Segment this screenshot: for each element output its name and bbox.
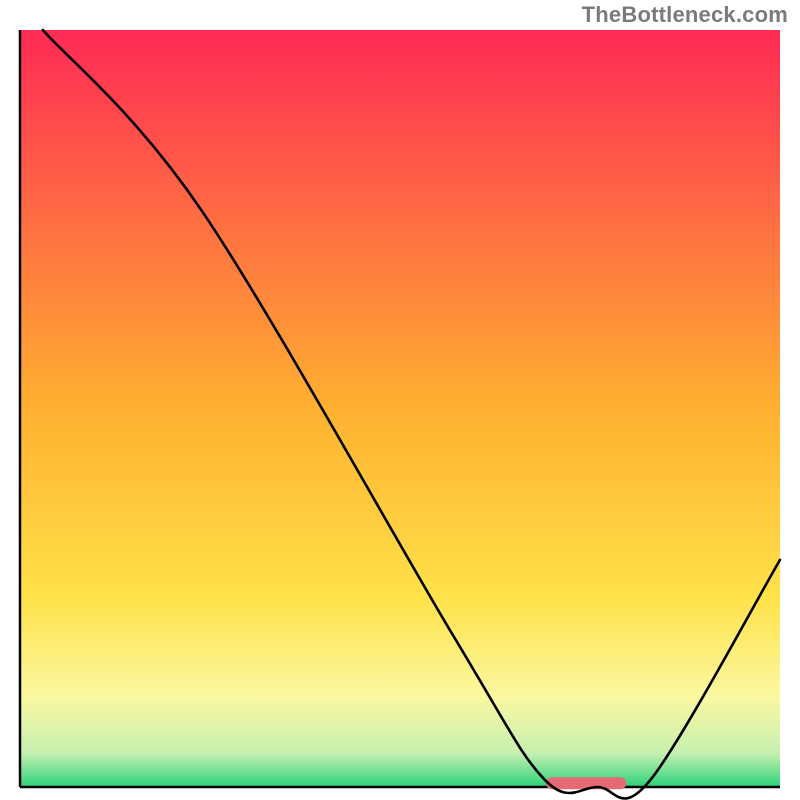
bottleneck-chart [0, 0, 800, 800]
plot-background [20, 30, 780, 787]
chart-stage: TheBottleneck.com [0, 0, 800, 800]
watermark: TheBottleneck.com [582, 2, 788, 28]
